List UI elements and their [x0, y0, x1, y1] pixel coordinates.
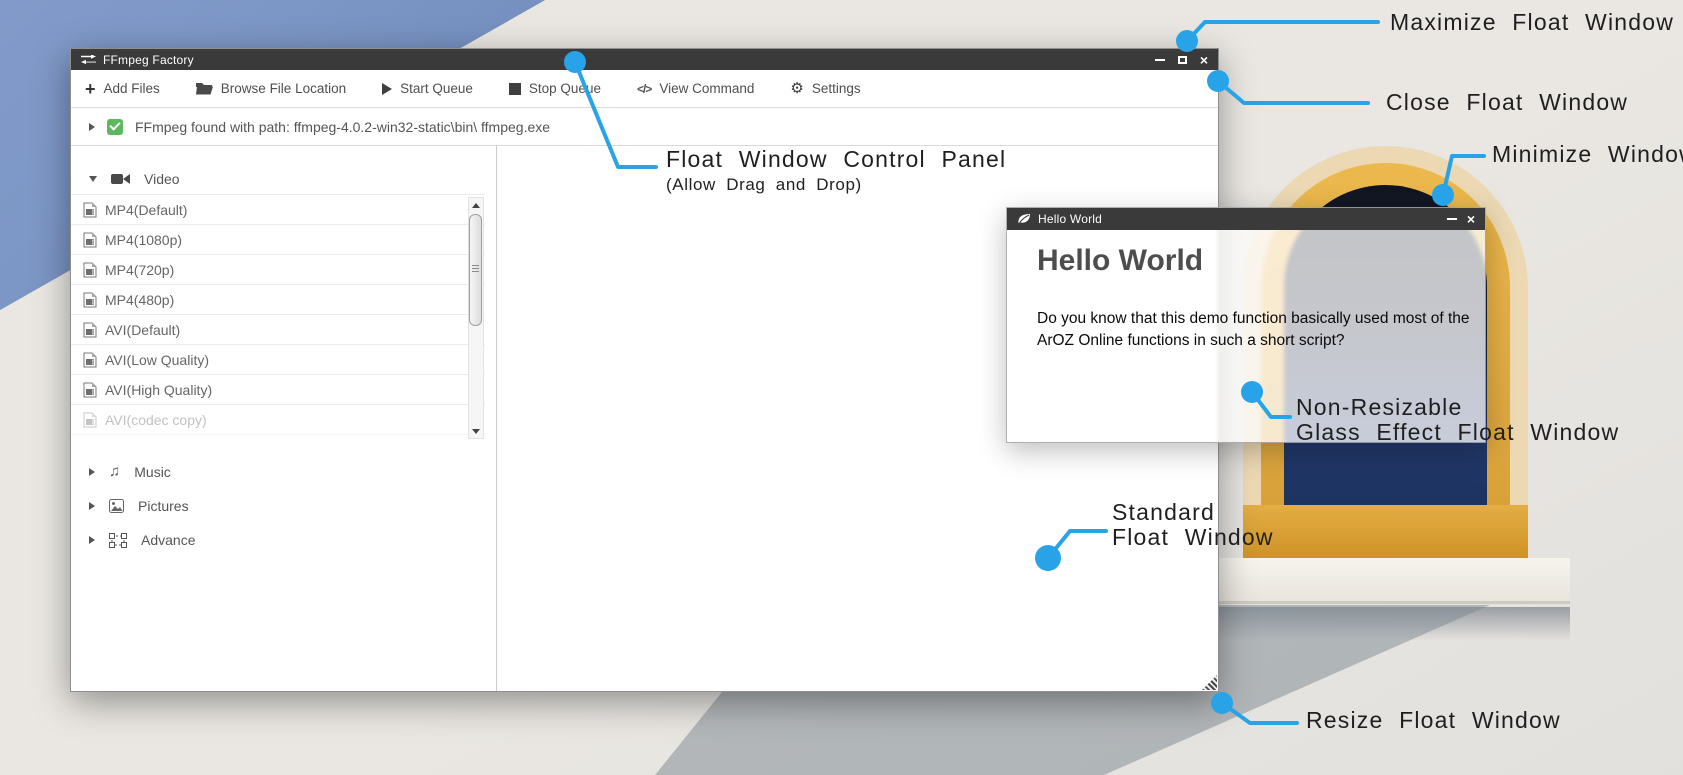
add-files-button[interactable]: + Add Files [85, 81, 160, 96]
tree-item-avi-codec-copy[interactable]: AVI(codec copy) [71, 405, 485, 435]
scroll-thumb[interactable] [469, 214, 482, 326]
annotation-control-panel-sub: (Allow Drag and Drop) [666, 172, 862, 198]
annotation-standard-line1: Standard [1112, 499, 1215, 525]
annotation-minimize: Minimize Window [1492, 141, 1683, 167]
resize-grip[interactable] [1202, 675, 1217, 690]
scroll-up-button[interactable] [469, 198, 483, 212]
check-icon [107, 119, 123, 135]
desktop: FFmpeg Factory × + Add Files Browse File… [0, 0, 1683, 775]
tree-item-mp4-default[interactable]: MP4(Default) [71, 195, 485, 225]
tree-section-video[interactable]: Video [71, 164, 496, 194]
ffmpeg-titlebar[interactable]: FFmpeg Factory × [71, 49, 1218, 70]
gear-icon: ⚙ [790, 81, 803, 96]
browse-file-location-button[interactable]: Browse File Location [196, 81, 346, 96]
close-button[interactable]: × [1200, 55, 1208, 65]
tree-section-pictures[interactable]: Pictures [71, 491, 496, 521]
annotation-standard-line2: Float Window [1112, 524, 1274, 550]
maximize-button[interactable] [1178, 56, 1187, 64]
tree-section-advance[interactable]: Advance [71, 525, 496, 555]
swap-arrows-icon [81, 55, 96, 65]
stop-icon [509, 83, 521, 95]
ffmpeg-toolbar: + Add Files Browse File Location Start Q… [71, 70, 1218, 108]
video-file-icon [83, 232, 97, 248]
chevron-down-icon [89, 176, 97, 182]
video-file-icon [83, 292, 97, 308]
tree-item-avi-low[interactable]: AVI(Low Quality) [71, 345, 485, 375]
annotation-maximize: Maximize Float Window [1390, 9, 1674, 35]
hello-heading: Hello World [1037, 244, 1203, 278]
annotation-control-panel: Float Window Control Panel [666, 146, 1006, 172]
view-command-button[interactable]: </> View Command [637, 81, 754, 96]
arched-window-rail [1243, 505, 1528, 558]
play-icon [382, 83, 392, 95]
annotation-resize: Resize Float Window [1306, 707, 1561, 733]
hello-body-text: Do you know that this demo function basi… [1037, 308, 1473, 351]
start-queue-button[interactable]: Start Queue [382, 81, 473, 96]
window-sill [1208, 558, 1570, 604]
annotation-glass-line2: Glass Effect Float Window [1296, 419, 1619, 445]
video-file-icon [83, 352, 97, 368]
panel-divider [496, 146, 497, 691]
video-camera-icon [111, 173, 130, 185]
tree-item-mp4-720p[interactable]: MP4(720p) [71, 255, 485, 285]
preset-list: MP4(Default) MP4(1080p) MP4(720p) MP4(48… [71, 194, 485, 440]
video-file-icon [83, 202, 97, 218]
tree-label: Video [144, 171, 180, 187]
window-title: Hello World [1038, 212, 1102, 226]
annotation-glass-line1: Non-Resizable [1296, 394, 1462, 420]
chevron-right-icon [89, 502, 95, 510]
window-title: FFmpeg Factory [103, 53, 194, 67]
tree-item-avi-high[interactable]: AVI(High Quality) [71, 375, 485, 405]
list-scrollbar[interactable] [468, 197, 484, 439]
code-icon: </> [637, 82, 651, 96]
tree-label: Pictures [138, 498, 189, 514]
tree-item-mp4-480p[interactable]: MP4(480p) [71, 285, 485, 315]
close-button[interactable]: × [1467, 214, 1475, 224]
ffmpeg-status-bar[interactable]: FFmpeg found with path: ffmpeg-4.0.2-win… [71, 109, 1218, 146]
annotation-close: Close Float Window [1386, 89, 1628, 115]
scroll-down-button[interactable] [469, 424, 483, 438]
minimize-button[interactable] [1155, 59, 1165, 61]
settings-button[interactable]: ⚙ Settings [790, 81, 860, 96]
chevron-right-icon [89, 536, 95, 544]
tree-section-music[interactable]: ♫ Music [71, 457, 496, 487]
tree-item-avi-default[interactable]: AVI(Default) [71, 315, 485, 345]
hello-titlebar[interactable]: Hello World × [1007, 208, 1485, 230]
video-file-icon [83, 262, 97, 278]
tree-label: Advance [141, 532, 195, 548]
video-file-icon [83, 382, 97, 398]
disclosure-triangle-icon[interactable] [89, 123, 95, 131]
sill-shadow [1208, 607, 1570, 641]
stop-queue-button[interactable]: Stop Queue [509, 81, 601, 96]
minimize-button[interactable] [1447, 218, 1457, 220]
chevron-right-icon [89, 468, 95, 476]
tree-item-partial[interactable] [71, 435, 485, 440]
picture-icon [109, 499, 124, 513]
music-note-icon: ♫ [109, 465, 120, 479]
video-file-icon [83, 412, 97, 428]
tree-label: Music [134, 464, 171, 480]
leaf-icon [1017, 213, 1031, 225]
object-group-icon [109, 533, 127, 548]
plus-icon: + [85, 82, 96, 96]
folder-icon [196, 82, 213, 95]
tree-item-mp4-1080p[interactable]: MP4(1080p) [71, 225, 485, 255]
status-text: FFmpeg found with path: ffmpeg-4.0.2-win… [135, 119, 550, 135]
video-file-icon [83, 322, 97, 338]
